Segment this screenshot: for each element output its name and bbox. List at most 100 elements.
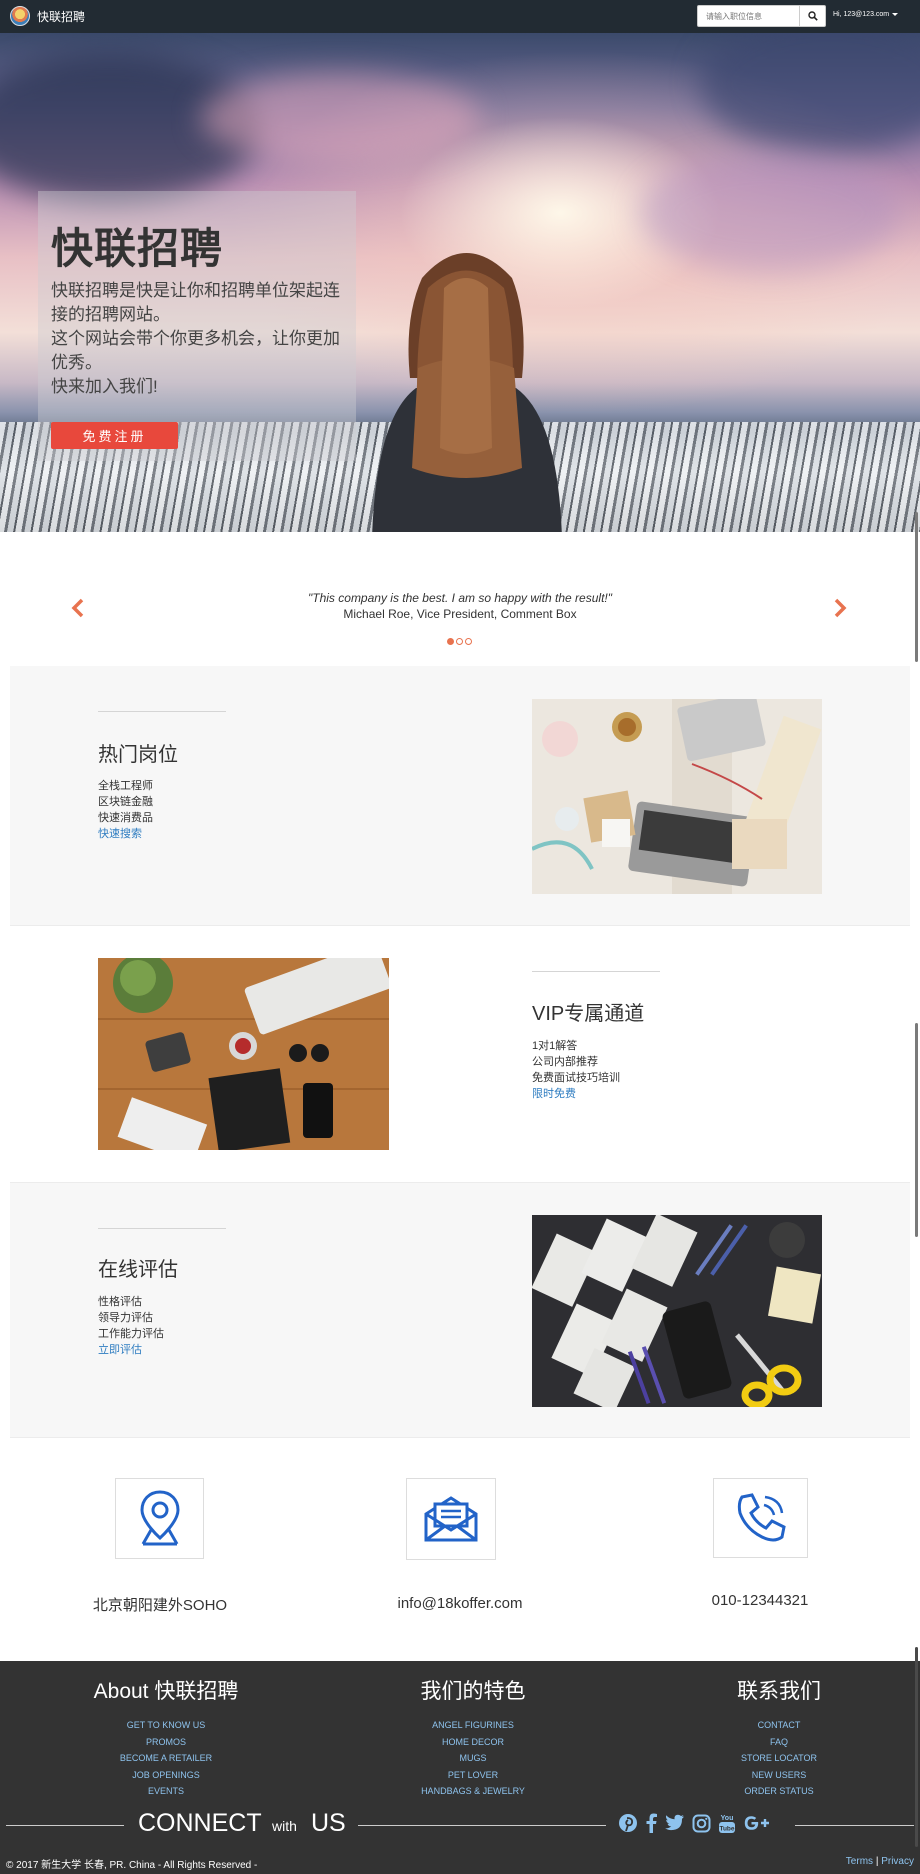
connect-with: with: [272, 1818, 297, 1834]
list-item: 性格评估: [98, 1296, 142, 1308]
footer-link[interactable]: HANDBAGS & JEWELRY: [333, 1783, 613, 1800]
list-item: 公司内部推荐: [532, 1056, 598, 1068]
feature-title: VIP专属通道: [532, 1003, 645, 1025]
footer-features-column: 我们的特色 ANGEL FIGURINES HOME DECOR MUGS PE…: [333, 1675, 613, 1800]
privacy-link[interactable]: Privacy: [881, 1856, 914, 1867]
footer-link[interactable]: JOB OPENINGS: [26, 1767, 306, 1784]
footer-link[interactable]: BECOME A RETAILER: [26, 1750, 306, 1767]
copyright-text: © 2017 新生大学 长春, PR. China - All Rights R…: [6, 1860, 258, 1871]
desk-photo: [98, 958, 389, 1150]
phone-icon: [737, 1493, 786, 1542]
woman-silhouette: [372, 253, 562, 532]
footer-heading: 联系我们: [737, 1680, 821, 1703]
svg-text:You: You: [721, 1815, 734, 1822]
connect-word: CONNECT: [138, 1809, 262, 1837]
divider: [532, 971, 660, 972]
email-card: [406, 1478, 496, 1560]
feature-link[interactable]: 快速搜索: [98, 826, 153, 842]
chevron-right-icon[interactable]: [832, 598, 848, 618]
search-icon: [807, 11, 818, 21]
envelope-icon: [424, 1496, 478, 1542]
footer-link[interactable]: STORE LOCATOR: [639, 1750, 919, 1767]
search-input[interactable]: [697, 5, 800, 27]
sketches-illustration: [532, 1215, 822, 1407]
list-item: 全栈工程师: [98, 780, 153, 792]
footer-link[interactable]: GET TO KNOW US: [26, 1717, 306, 1734]
user-menu[interactable]: Hi, 123@123.com: [833, 11, 899, 18]
list-item: 工作能力评估: [98, 1328, 164, 1340]
workspace-photo: [532, 699, 822, 894]
cloud-shape: [700, 33, 920, 153]
feature-link[interactable]: 立即评估: [98, 1342, 164, 1358]
footer-link[interactable]: PET LOVER: [333, 1767, 613, 1784]
twitter-icon[interactable]: [664, 1814, 685, 1832]
list-item: 领导力评估: [98, 1312, 153, 1324]
scrollbar-thumb[interactable]: [915, 1647, 918, 1847]
terms-link[interactable]: Terms: [846, 1856, 873, 1867]
footer-link[interactable]: FAQ: [639, 1734, 919, 1751]
footer-link[interactable]: HOME DECOR: [333, 1734, 613, 1751]
footer-link[interactable]: ORDER STATUS: [639, 1783, 919, 1800]
address-text: 北京朝阳建外SOHO: [92, 1597, 228, 1614]
testimonial-quote: "This company is the best. I am so happy…: [308, 591, 612, 605]
feature-list: 性格评估 领导力评估 工作能力评估 立即评估: [98, 1294, 164, 1358]
google-plus-icon[interactable]: [743, 1814, 771, 1832]
footer-link[interactable]: MUGS: [333, 1750, 613, 1767]
list-item: 1对1解答: [532, 1040, 578, 1052]
list-item: 区块链金融: [98, 796, 153, 808]
divider: [98, 711, 226, 712]
feature-link[interactable]: 限时免费: [532, 1086, 620, 1102]
connect-us: US: [311, 1809, 346, 1837]
register-button[interactable]: 免费注册: [51, 422, 178, 449]
cloud-shape: [640, 153, 900, 273]
footer-link[interactable]: EVENTS: [26, 1783, 306, 1800]
hero-description: 快联招聘是快是让你和招聘单位架起连接的招聘网站。 这个网站会带个你更多机会，让你…: [51, 279, 351, 399]
footer-link[interactable]: CONTACT: [639, 1717, 919, 1734]
phone-text: 010-12344321: [711, 1592, 809, 1609]
feature-title: 热门岗位: [98, 744, 178, 766]
feature-vip: VIP专属通道 1对1解答 公司内部推荐 免费面试技巧培训 限时免费: [10, 927, 910, 1181]
legal-separator: |: [875, 1856, 879, 1867]
footer-heading: About 快联招聘: [93, 1680, 239, 1703]
scrollbar-thumb[interactable]: [915, 512, 918, 662]
email-text: info@18koffer.com: [397, 1595, 523, 1612]
footer-contact-column: 联系我们 CONTACT FAQ STORE LOCATOR NEW USERS…: [639, 1675, 919, 1800]
cloud-shape: [200, 73, 480, 163]
carousel-dot[interactable]: [456, 638, 463, 645]
scrollbar-thumb[interactable]: [915, 1023, 918, 1237]
phone-card: [713, 1478, 808, 1558]
footer-link[interactable]: ANGEL FIGURINES: [333, 1717, 613, 1734]
list-item: 快速消费品: [98, 812, 153, 824]
footer-link[interactable]: PROMOS: [26, 1734, 306, 1751]
hero-line: 快联招聘是快是让你和招聘单位架起连接的招聘网站。: [51, 281, 340, 324]
hero-title: 快联招聘: [51, 225, 224, 272]
brand[interactable]: 快联招聘: [10, 6, 85, 26]
map-pin-icon: [139, 1489, 180, 1545]
list-item: 免费面试技巧培训: [532, 1072, 620, 1084]
footer-link[interactable]: NEW USERS: [639, 1767, 919, 1784]
facebook-icon[interactable]: [645, 1813, 657, 1833]
youtube-icon[interactable]: You Tube: [718, 1812, 736, 1834]
hero-line: 这个网站会带个你更多机会，让你更加优秀。: [51, 329, 340, 372]
footer-about-column: About 快联招聘 GET TO KNOW US PROMOS BECOME …: [26, 1675, 306, 1800]
pinterest-icon[interactable]: [618, 1813, 638, 1833]
instagram-icon[interactable]: [692, 1814, 711, 1833]
carousel-dot[interactable]: [447, 638, 454, 645]
page: 快联招聘 Hi, 123@123.com: [0, 0, 920, 1874]
footer-heading: 我们的特色: [420, 1680, 526, 1703]
hero-line: 快来加入我们!: [51, 377, 158, 396]
caret-down-icon: [892, 13, 899, 16]
social-links: You Tube: [618, 1812, 771, 1834]
svg-text:Tube: Tube: [719, 1826, 734, 1833]
divider: [98, 1228, 226, 1229]
feature-list: 1对1解答 公司内部推荐 免费面试技巧培训 限时免费: [532, 1038, 620, 1102]
feature-hot-jobs: 热门岗位 全栈工程师 区块链金融 快速消费品 快速搜索: [10, 666, 910, 926]
hero-panel: 快联招聘 快联招聘是快是让你和招聘单位架起连接的招聘网站。 这个网站会带个你更多…: [38, 191, 356, 461]
workspace-illustration: [532, 699, 822, 894]
logo-icon: [10, 6, 30, 26]
brand-name: 快联招聘: [37, 9, 86, 24]
carousel-indicators: [447, 638, 472, 645]
footer: About 快联招聘 GET TO KNOW US PROMOS BECOME …: [0, 1661, 920, 1874]
search-button[interactable]: [800, 5, 826, 27]
carousel-dot[interactable]: [465, 638, 472, 645]
